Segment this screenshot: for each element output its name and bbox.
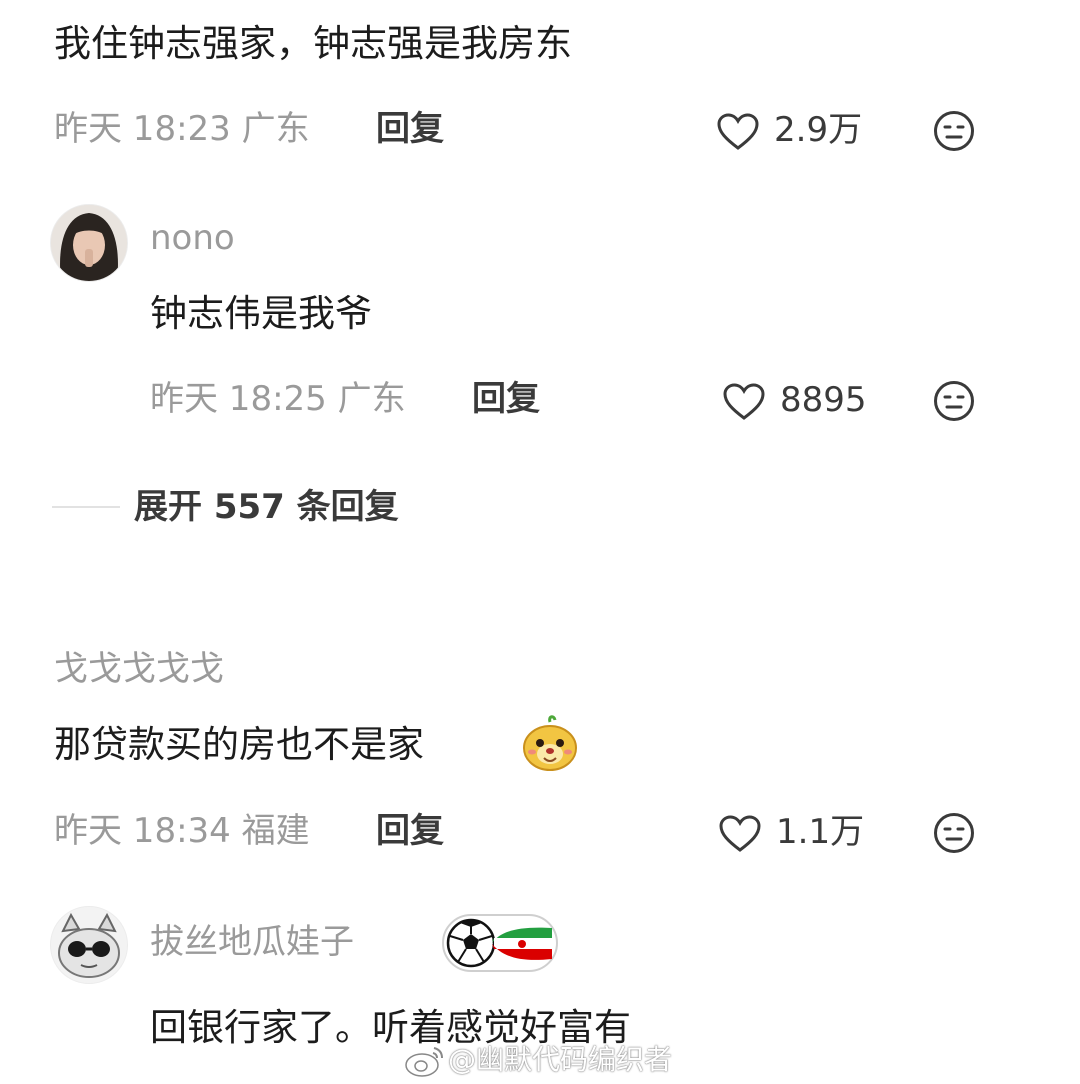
comment-meta: 昨天 18:34 福建 — [54, 811, 310, 851]
comment-meta: 昨天 18:25 广东 — [150, 379, 406, 419]
avatar[interactable] — [50, 906, 128, 984]
username[interactable]: 戈戈戈戈戈 — [54, 649, 224, 689]
like-count: 2.9万 — [774, 110, 863, 150]
like-count: 8895 — [780, 380, 867, 420]
reply-button[interactable]: 回复 — [472, 379, 540, 419]
meh-face-icon[interactable] — [933, 110, 975, 152]
meh-face-icon[interactable] — [933, 812, 975, 854]
comment-text: 那贷款买的房也不是家 — [54, 723, 424, 766]
heart-outline-icon — [718, 814, 762, 854]
heart-outline-icon — [722, 382, 766, 422]
avatar[interactable] — [50, 204, 128, 282]
reply-button[interactable]: 回复 — [376, 109, 444, 149]
weibo-logo-icon — [404, 1044, 446, 1078]
watermark: @幽默代码编织者 — [448, 1043, 673, 1076]
dog-sticker-emoji — [520, 714, 580, 772]
comment-meta: 昨天 18:23 广东 — [54, 109, 310, 149]
comment-text: 钟志伟是我爷 — [150, 292, 372, 335]
username[interactable]: 拔丝地瓜娃子 — [150, 922, 354, 962]
football-iran-flag-badge — [442, 914, 558, 972]
reply-button[interactable]: 回复 — [376, 811, 444, 851]
like-count: 1.1万 — [776, 812, 865, 852]
expand-replies-button[interactable]: 展开 557 条回复 — [134, 487, 399, 527]
meh-face-icon[interactable] — [933, 380, 975, 422]
heart-outline-icon — [716, 112, 760, 152]
username[interactable]: nono — [150, 218, 235, 258]
comment-text: 我住钟志强家，钟志强是我房东 — [54, 22, 572, 65]
divider-line — [52, 506, 120, 508]
